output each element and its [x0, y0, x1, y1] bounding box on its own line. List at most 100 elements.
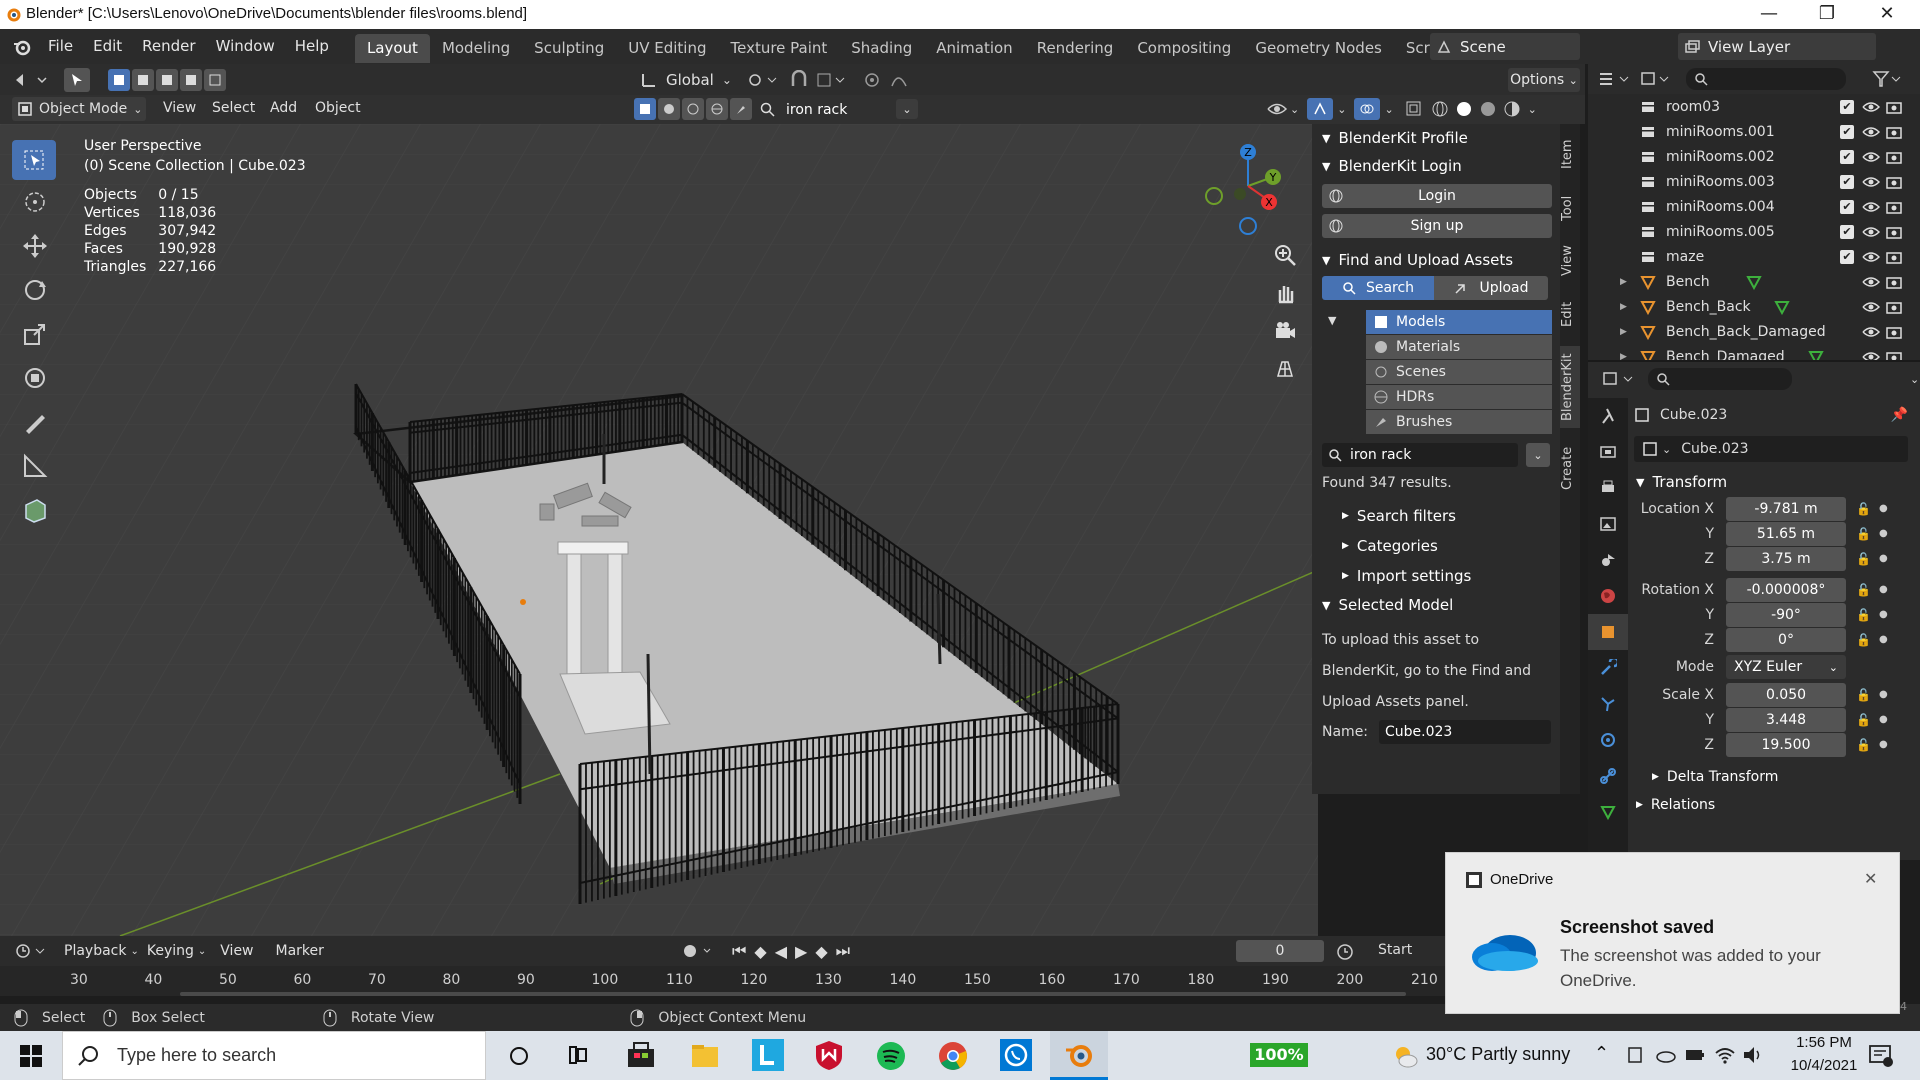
checkbox[interactable]: ✔: [1840, 249, 1854, 264]
jump-end-icon[interactable]: ⏭: [836, 941, 850, 961]
tab-modifiers[interactable]: [1588, 650, 1628, 686]
eye-icon[interactable]: [1862, 299, 1880, 315]
checkbox[interactable]: ✔: [1840, 199, 1854, 214]
chrome-icon[interactable]: [938, 1041, 968, 1071]
tab-geometry-nodes[interactable]: Geometry Nodes: [1243, 34, 1394, 63]
tab-scene[interactable]: [1588, 542, 1628, 578]
outliner-search-input[interactable]: [1686, 68, 1846, 90]
bk-models-button[interactable]: [634, 98, 656, 120]
timeline-view-menu[interactable]: View: [220, 943, 253, 959]
tab-shading[interactable]: Shading: [839, 34, 924, 63]
checkbox[interactable]: ✔: [1840, 149, 1854, 164]
tab-layout[interactable]: Layout: [354, 33, 430, 63]
prev-keyframe-icon[interactable]: ◆: [754, 942, 766, 961]
whatsapp-icon[interactable]: [1000, 1039, 1032, 1071]
import-settings-subpanel[interactable]: ▶ Import settings: [1342, 561, 1560, 591]
solid-shading-icon[interactable]: [1454, 99, 1474, 119]
tab-create[interactable]: Create: [1560, 440, 1580, 496]
toast-close-icon[interactable]: ✕: [1864, 869, 1877, 888]
bk-profile-header[interactable]: ▼ BlenderKit Profile: [1312, 124, 1560, 152]
relations-subpanel[interactable]: ▶ Relations: [1634, 791, 1918, 819]
eye-icon[interactable]: [1862, 324, 1880, 340]
camera-render-icon[interactable]: [1886, 249, 1902, 265]
keyframe-dot-icon[interactable]: ●: [1879, 739, 1888, 750]
select-subtract-button[interactable]: [156, 69, 178, 91]
maximize-button[interactable]: ❐: [1804, 3, 1850, 24]
tweak-tool-button[interactable]: [64, 68, 90, 92]
outliner-row[interactable]: miniRooms.003 ✔: [1588, 169, 1920, 194]
keyframe-dot-icon[interactable]: ●: [1879, 634, 1888, 645]
keyframe-dot-icon[interactable]: ●: [1879, 689, 1888, 700]
select-new-button[interactable]: [108, 69, 130, 91]
transform-tool[interactable]: [12, 356, 58, 400]
tab-particles[interactable]: [1588, 686, 1628, 722]
tab-data[interactable]: [1588, 794, 1628, 830]
eye-icon[interactable]: [1862, 149, 1880, 165]
menu-window[interactable]: Window: [206, 29, 285, 64]
tab-item[interactable]: Item: [1560, 134, 1580, 174]
weather-text[interactable]: 30°C Partly sunny: [1426, 1044, 1570, 1065]
camera-render-icon[interactable]: [1886, 124, 1902, 140]
asset-type-brushes[interactable]: Brushes: [1366, 410, 1552, 434]
checkbox[interactable]: ✔: [1840, 124, 1854, 139]
transform-value-field[interactable]: -9.781 m: [1726, 496, 1846, 521]
outliner-row[interactable]: maze ✔: [1588, 244, 1920, 269]
onedrive-tray-icon[interactable]: [1654, 1046, 1676, 1064]
camera-render-icon[interactable]: [1886, 99, 1902, 115]
transform-header[interactable]: ▼ Transform: [1634, 468, 1918, 496]
transform-value-field[interactable]: -0.000008°: [1726, 577, 1846, 602]
object-datablock-field[interactable]: ⌄ Cube.023: [1634, 436, 1908, 462]
clock-date[interactable]: 10/4/2021: [1784, 1057, 1864, 1074]
bk-scenes-button[interactable]: [682, 98, 704, 120]
asset-type-hdrs[interactable]: HDRs: [1366, 385, 1552, 409]
keyframe-dot-icon[interactable]: ●: [1879, 714, 1888, 725]
signup-button[interactable]: Sign up: [1322, 214, 1552, 238]
play-reverse-icon[interactable]: ◀: [775, 942, 787, 961]
clock-time[interactable]: 1:56 PM: [1784, 1034, 1864, 1051]
display-mode-icon[interactable]: [1640, 70, 1674, 88]
asset-type-scenes[interactable]: Scenes: [1366, 360, 1552, 384]
menu-file[interactable]: File: [38, 29, 83, 64]
launcher-l-icon[interactable]: [752, 1039, 784, 1071]
eye-icon[interactable]: [1266, 99, 1288, 119]
transform-value-field[interactable]: -90°: [1726, 602, 1846, 627]
xray-icon[interactable]: [1404, 99, 1424, 119]
select-invert-button[interactable]: [180, 69, 202, 91]
tab-physics[interactable]: [1588, 722, 1628, 758]
orientation-dropdown[interactable]: Global ⌄: [640, 68, 732, 92]
checkbox[interactable]: ✔: [1840, 224, 1854, 239]
select-box-tool[interactable]: [12, 140, 56, 180]
transform-value-field[interactable]: 3.75 m: [1726, 546, 1846, 571]
tab-object[interactable]: [1588, 614, 1628, 650]
lock-icon[interactable]: 🔓: [1856, 608, 1871, 622]
keying-menu[interactable]: Keying: [147, 943, 194, 959]
play-icon[interactable]: ▶: [795, 942, 807, 961]
outliner-row[interactable]: ▶ Bench_Back: [1588, 294, 1920, 319]
bk-brushes-button[interactable]: [730, 98, 752, 120]
filter-icon[interactable]: [1872, 70, 1902, 88]
playback-menu[interactable]: Playback: [64, 943, 126, 959]
lock-icon[interactable]: 🔓: [1856, 502, 1871, 516]
outliner-row[interactable]: ▶ Bench: [1588, 269, 1920, 294]
stopwatch-icon[interactable]: [1336, 942, 1356, 962]
lock-icon[interactable]: 🔓: [1856, 583, 1871, 597]
scene-selector[interactable]: Scene: [1430, 33, 1580, 60]
eye-icon[interactable]: [1862, 124, 1880, 140]
properties-editor-icon[interactable]: [1602, 370, 1636, 388]
tab-uv-editing[interactable]: UV Editing: [616, 34, 718, 63]
camera-render-icon[interactable]: [1886, 149, 1902, 165]
login-button[interactable]: Login: [1322, 184, 1552, 208]
mode-dropdown[interactable]: Object Mode ⌄: [12, 97, 146, 121]
store-icon[interactable]: [626, 1041, 656, 1069]
outliner-row[interactable]: miniRooms.005 ✔: [1588, 219, 1920, 244]
rotate-tool[interactable]: [12, 268, 58, 312]
tab-render[interactable]: [1588, 434, 1628, 470]
3d-viewport[interactable]: User Perspective (0) Scene Collection | …: [0, 124, 1318, 936]
chevron-up-icon[interactable]: ⌃: [1594, 1043, 1609, 1064]
keyframe-dot-icon[interactable]: ●: [1879, 528, 1888, 539]
camera-render-icon[interactable]: [1886, 274, 1902, 290]
lock-icon[interactable]: 🔓: [1856, 713, 1871, 727]
taskbar-search-box[interactable]: Type here to search: [62, 1031, 486, 1080]
keyframe-dot-icon[interactable]: ●: [1879, 503, 1888, 514]
navigation-gizmo[interactable]: Z Y X: [1200, 138, 1300, 238]
